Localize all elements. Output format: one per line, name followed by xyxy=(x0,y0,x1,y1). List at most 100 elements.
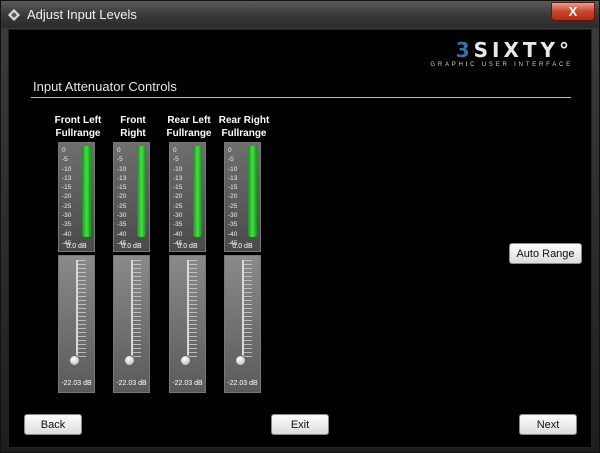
brand-logo: 3SIXTY° GRAPHIC USER INTERFACE xyxy=(423,40,573,74)
meter-tick-label: -35 xyxy=(173,221,183,229)
attenuator-fader[interactable]: -22.03 dB xyxy=(224,255,261,393)
level-meter: 0 -5 -10 -13 -15 -20 -25 -30 -35 -40 -45 0.0 dB xyxy=(58,142,95,252)
meter-tick-label: -5 xyxy=(62,156,68,164)
fader-knob[interactable] xyxy=(180,355,191,366)
meter-tick-label: -20 xyxy=(62,193,72,201)
meter-tick-label: -30 xyxy=(228,212,238,220)
auto-range-button[interactable]: Auto Range xyxy=(509,243,582,264)
meter-tick-label: -15 xyxy=(62,184,72,192)
level-meter: 0 -5 -10 -13 -15 -20 -25 -30 -35 -40 -45 0.0 dB xyxy=(224,142,261,252)
meter-tick-label: -5 xyxy=(117,156,123,164)
channel-label-line2: Fullrange xyxy=(166,128,212,139)
channel-label-line2: Fullrange xyxy=(221,128,267,139)
meter-tick-label: -20 xyxy=(117,193,127,201)
exit-button[interactable]: Exit xyxy=(271,414,329,435)
meter-tick-label: -10 xyxy=(117,165,127,173)
attenuator-fader[interactable]: -22.03 dB xyxy=(113,255,150,393)
section-title: Input Attenuator Controls xyxy=(33,79,177,94)
meter-tick-label: -15 xyxy=(173,184,183,192)
level-meter: 0 -5 -10 -13 -15 -20 -25 -30 -35 -40 -45 0.0 dB xyxy=(113,142,150,252)
meter-tick-label: -30 xyxy=(62,212,72,220)
window-title: Adjust Input Levels xyxy=(27,7,137,22)
meter-tick-label: -40 xyxy=(228,230,238,238)
meter-tick-label: -25 xyxy=(62,202,72,210)
meter-tick-label: -10 xyxy=(173,165,183,173)
client-area: 3SIXTY° GRAPHIC USER INTERFACE Input Att… xyxy=(8,29,592,448)
close-button[interactable]: X xyxy=(551,2,595,21)
meter-scale: 0 -5 -10 -13 -15 -20 -25 -30 -35 -40 -45 xyxy=(228,146,248,248)
meter-value: 0.0 dB xyxy=(177,243,198,250)
meter-tick-label: -13 xyxy=(173,174,183,182)
back-button[interactable]: Back xyxy=(24,414,82,435)
meter-tick-label: -10 xyxy=(62,165,72,173)
fader-value: -22.03 dB xyxy=(116,380,147,387)
meter-tick-label: -35 xyxy=(228,221,238,229)
meter-scale: 0 -5 -10 -13 -15 -20 -25 -30 -35 -40 -45 xyxy=(173,146,193,248)
title-bar[interactable]: Adjust Input Levels X xyxy=(1,1,599,28)
meter-bar-track xyxy=(193,146,202,237)
fader-knob[interactable] xyxy=(235,355,246,366)
meter-tick-label: -15 xyxy=(228,184,238,192)
dialog-window: Adjust Input Levels X 3SIXTY° GRAPHIC US… xyxy=(0,0,600,453)
meter-tick-label: -20 xyxy=(228,193,238,201)
meter-tick-label: -25 xyxy=(117,202,127,210)
divider xyxy=(31,97,571,98)
meter-tick-label: 0 xyxy=(173,147,177,154)
channel-label: Rear Left Fullrange xyxy=(159,114,219,140)
meter-tick-label: -40 xyxy=(117,230,127,238)
fader-track[interactable] xyxy=(242,260,244,360)
fader-knob[interactable] xyxy=(69,355,80,366)
channel-label-line2: Fullrange xyxy=(55,128,101,139)
meter-bar-track xyxy=(248,146,257,237)
meter-tick-label: -25 xyxy=(228,202,238,210)
meter-bar-fill xyxy=(82,146,91,237)
meter-scale: 0 -5 -10 -13 -15 -20 -25 -30 -35 -40 -45 xyxy=(62,146,82,248)
meter-tick-label: -40 xyxy=(173,230,183,238)
channel-label: Front Left Fullrange xyxy=(48,114,108,140)
fader-value: -22.03 dB xyxy=(227,380,258,387)
meter-tick-label: -25 xyxy=(173,202,183,210)
meter-tick-label: 0 xyxy=(62,147,66,154)
meter-bar-fill xyxy=(248,146,257,237)
meter-scale: 0 -5 -10 -13 -15 -20 -25 -30 -35 -40 -45 xyxy=(117,146,137,248)
channel-label-line2: Right xyxy=(120,128,146,139)
fader-track[interactable] xyxy=(187,260,189,360)
channel-label-line1: Front xyxy=(120,115,146,126)
meter-tick-label: -10 xyxy=(228,165,238,173)
meter-tick-label: -13 xyxy=(62,174,72,182)
meter-tick-label: -15 xyxy=(117,184,127,192)
meter-tick-label: -40 xyxy=(62,230,72,238)
meter-tick-label: -5 xyxy=(173,156,179,164)
meter-bar-track xyxy=(137,146,146,237)
fader-knob[interactable] xyxy=(124,355,135,366)
app-icon xyxy=(7,8,21,22)
meter-tick-label: -30 xyxy=(173,212,183,220)
meter-tick-label: -30 xyxy=(117,212,127,220)
next-button[interactable]: Next xyxy=(519,414,577,435)
close-icon: X xyxy=(568,4,578,19)
attenuator-fader[interactable]: -22.03 dB xyxy=(58,255,95,393)
channel-label-line1: Rear Left xyxy=(167,115,211,126)
meter-bar-track xyxy=(82,146,91,237)
fader-value: -22.03 dB xyxy=(61,380,92,387)
channel-label: Rear Right Fullrange xyxy=(214,114,274,140)
attenuator-fader[interactable]: -22.03 dB xyxy=(169,255,206,393)
meter-value: 0.0 dB xyxy=(66,243,87,250)
channel-label: Front Right xyxy=(103,114,163,140)
meter-value: 0.0 dB xyxy=(121,243,142,250)
meter-tick-label: 0 xyxy=(228,147,232,154)
meter-value: 0.0 dB xyxy=(232,243,253,250)
logo-name: SIXTY° xyxy=(473,38,573,62)
fader-track[interactable] xyxy=(131,260,133,360)
logo-subtitle: GRAPHIC USER INTERFACE xyxy=(430,62,573,68)
channel-label-line1: Front Left xyxy=(54,115,102,126)
logo-prefix: 3 xyxy=(455,38,474,62)
meter-tick-label: -13 xyxy=(228,174,238,182)
meter-tick-label: -13 xyxy=(117,174,127,182)
fader-value: -22.03 dB xyxy=(172,380,203,387)
level-meter: 0 -5 -10 -13 -15 -20 -25 -30 -35 -40 -45 0.0 dB xyxy=(169,142,206,252)
fader-track[interactable] xyxy=(76,260,78,360)
meter-tick-label: -5 xyxy=(228,156,234,164)
meter-tick-label: -20 xyxy=(173,193,183,201)
meter-tick-label: -35 xyxy=(62,221,72,229)
